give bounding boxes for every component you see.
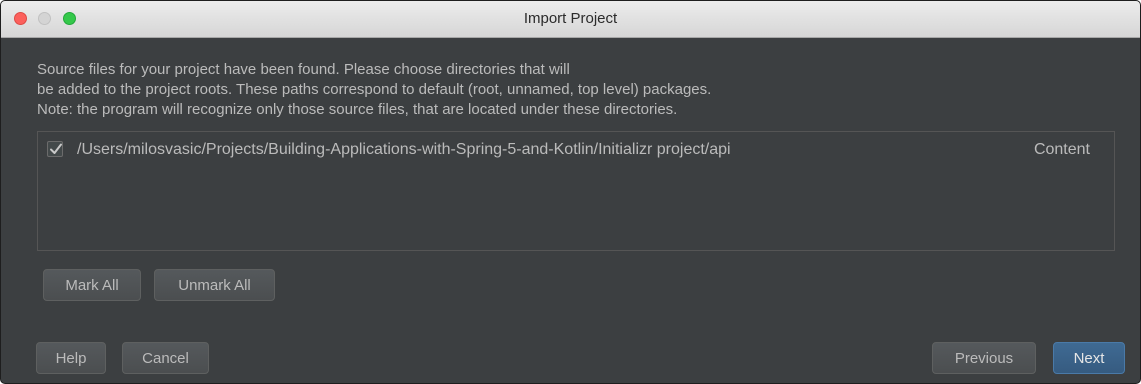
message-line: be added to the project roots. These pat… <box>37 81 712 98</box>
title-bar[interactable]: Import Project <box>1 1 1140 38</box>
directory-type: Content <box>1033 141 1090 158</box>
next-button[interactable]: Next <box>1053 342 1125 374</box>
directory-row[interactable]: /Users/milosvasic/Projects/Building-Appl… <box>38 132 1114 168</box>
checkmark-icon <box>50 143 62 154</box>
cancel-button[interactable]: Cancel <box>122 342 209 374</box>
import-project-dialog: Import Project Source files for your pro… <box>0 0 1141 384</box>
previous-button[interactable]: Previous <box>932 342 1036 374</box>
directory-list[interactable]: /Users/milosvasic/Projects/Building-Appl… <box>37 131 1115 251</box>
mark-all-button[interactable]: Mark All <box>43 269 141 301</box>
message-line: Note: the program will recognize only th… <box>37 101 678 118</box>
instruction-message: Source files for your project have been … <box>37 60 1097 120</box>
directory-path: /Users/milosvasic/Projects/Building-Appl… <box>77 141 731 158</box>
help-button[interactable]: Help <box>36 342 106 374</box>
directory-checkbox[interactable] <box>47 141 63 157</box>
window-title: Import Project <box>523 10 618 27</box>
unmark-all-button[interactable]: Unmark All <box>154 269 275 301</box>
message-line: Source files for your project have been … <box>37 61 570 78</box>
